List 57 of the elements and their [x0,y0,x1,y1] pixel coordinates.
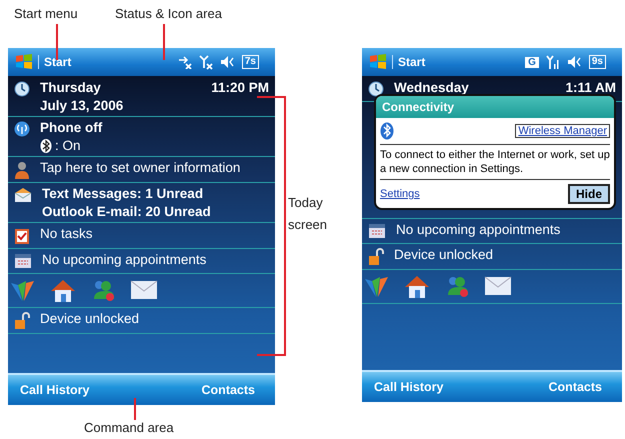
envelope-icon[interactable] [130,279,158,301]
speaker-icon[interactable] [220,55,235,69]
phone-status[interactable]: Phone off [40,120,102,135]
notification-message: To connect to either the Internet or work, set up a new connection in Settings. [380,144,610,180]
calendar-icon [14,253,32,269]
house-icon[interactable] [404,275,430,299]
callout-label: Command area [84,420,174,435]
windows-flag-icon[interactable] [14,53,34,71]
hide-button[interactable]: Hide [568,184,610,204]
padlock-icon [368,248,384,266]
envelope-icon[interactable] [484,275,512,297]
padlock-icon [14,312,30,330]
status-indicator[interactable]: 7s [242,55,259,69]
message-count[interactable]: Outlook E-mail: 20 Unread [42,204,211,219]
bluetooth-icon [40,138,52,152]
date-text: Wednesday [394,80,469,95]
softkey[interactable]: Contacts [202,383,255,397]
date-text: July 13, 2006 [40,98,124,113]
softkey[interactable]: Call History [20,383,90,397]
bluetooth-status[interactable]: : On [55,138,81,153]
gprs-indicator[interactable]: G [525,56,539,68]
callout-label: Status & Icon area [115,6,222,21]
softkey[interactable]: Contacts [548,380,602,394]
calendar-icon [368,223,386,239]
wireless-manager-link[interactable]: Wireless Manager [515,124,610,138]
today-item[interactable]: Device unlocked [40,311,140,326]
softkey[interactable]: Call History [374,380,444,394]
signal-icon[interactable] [546,54,560,70]
bluetooth-icon [380,122,394,140]
today-item[interactable]: No tasks [40,226,93,241]
today-item[interactable]: No upcoming appointments [42,252,206,267]
signal-off-icon[interactable] [198,54,213,70]
clock-icon [368,81,384,97]
envelope-icon [14,187,32,203]
windows-flag-icon[interactable] [368,53,388,71]
house-icon[interactable] [50,279,76,303]
person-icon [14,161,30,179]
today-item[interactable]: No upcoming appointments [396,222,560,237]
antenna-icon [14,121,30,137]
time-text: 1:11 AM [565,80,616,95]
today-item[interactable]: Tap here to set owner information [40,160,240,175]
callout-label: Start menu [14,6,78,21]
butterfly-icon[interactable] [10,279,36,303]
start-menu[interactable]: Start [392,55,426,69]
checklist-icon [14,227,30,245]
date-text: Thursday [40,80,102,95]
speaker-icon[interactable] [566,55,582,69]
butterfly-icon[interactable] [364,275,390,299]
today-item[interactable]: Device unlocked [394,247,494,262]
clock-icon [14,81,30,97]
settings-link[interactable]: Settings [380,188,420,200]
time-text: 11:20 PM [211,80,269,95]
notification-title: Connectivity [376,96,614,118]
data-off-icon[interactable] [178,55,192,69]
message-count[interactable]: Text Messages: 1 Unread [42,186,211,201]
callout-label: Today screen [288,194,328,234]
status-indicator[interactable]: 9s [588,55,606,69]
